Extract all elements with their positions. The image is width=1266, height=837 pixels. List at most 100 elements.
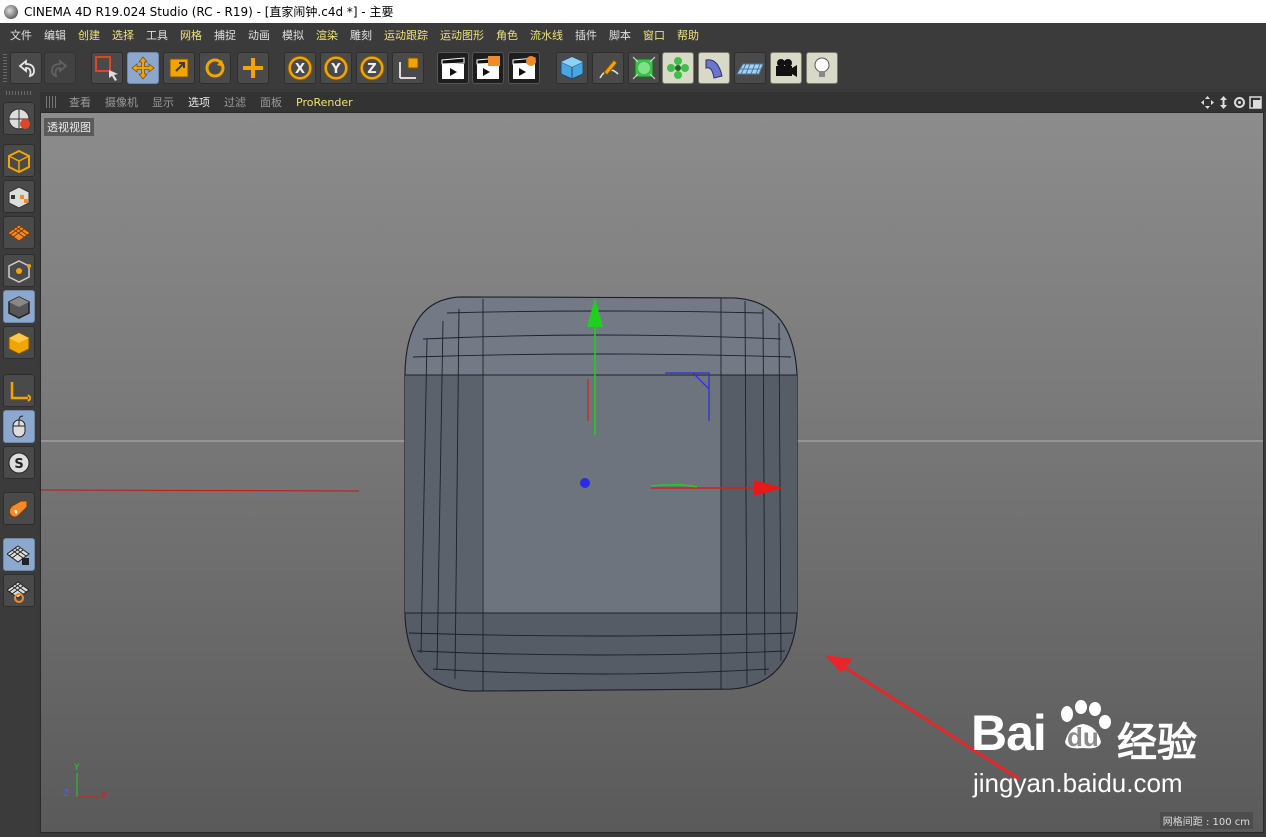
viewport-grip[interactable] — [46, 96, 58, 108]
menu-help[interactable]: 帮助 — [671, 27, 705, 43]
watermark-brand: Bai — [971, 705, 1047, 761]
points-mode-button[interactable] — [3, 254, 35, 287]
redo-button[interactable] — [44, 52, 76, 84]
rotate-view-icon[interactable] — [1233, 96, 1246, 109]
menu-simulate[interactable]: 模拟 — [276, 27, 310, 43]
polygons-mode-button[interactable] — [3, 326, 35, 359]
y-axis-lock-button[interactable]: Y — [320, 52, 352, 84]
bend-deformer-icon — [705, 59, 723, 79]
planar-workplane-button[interactable] — [3, 574, 35, 607]
deformer-button[interactable] — [698, 52, 730, 84]
plus-move-icon — [243, 58, 263, 78]
solo-s-icon: S — [8, 452, 30, 473]
cube-object-button[interactable] — [556, 52, 588, 84]
menu-animate[interactable]: 动画 — [242, 27, 276, 43]
gizmo-center[interactable] — [580, 478, 590, 488]
clapperboard-render-icon — [476, 56, 500, 79]
clapperboard-icon — [441, 57, 465, 79]
viewport-menu-options[interactable]: 选项 — [181, 94, 217, 110]
selection-icon — [95, 56, 118, 81]
z-axis-icon: Z — [359, 55, 385, 81]
spline-pen-button[interactable] — [592, 52, 624, 84]
menu-snap[interactable]: 捕捉 — [208, 27, 242, 43]
menu-window[interactable]: 窗口 — [637, 27, 671, 43]
viewport-menu-filter[interactable]: 过滤 — [217, 94, 253, 110]
recent-tool-button[interactable] — [237, 52, 269, 84]
menu-edit[interactable]: 编辑 — [38, 27, 72, 43]
pan-view-icon[interactable] — [1201, 95, 1214, 109]
menu-mesh[interactable]: 网格 — [174, 27, 208, 43]
menu-motion-tracker[interactable]: 运动跟踪 — [378, 27, 434, 43]
axis-indicator-x-label: X — [101, 791, 108, 801]
menu-render[interactable]: 渲染 — [310, 27, 344, 43]
render-to-picture-viewer-button[interactable] — [472, 52, 504, 84]
menu-script[interactable]: 脚本 — [603, 27, 637, 43]
scale-icon — [169, 58, 189, 78]
tweak-mode-button[interactable] — [3, 410, 35, 443]
globe-tool-icon — [8, 108, 30, 129]
camera-button[interactable] — [770, 52, 802, 84]
menu-mograph[interactable]: 运动图形 — [434, 27, 490, 43]
left-palette: S — [0, 89, 38, 837]
render-settings-button[interactable] — [508, 52, 540, 84]
maximize-view-icon[interactable] — [1249, 95, 1262, 109]
menu-character[interactable]: 角色 — [490, 27, 524, 43]
main-toolbar: X Y Z — [0, 46, 1266, 89]
x-axis-lock-button[interactable]: X — [284, 52, 316, 84]
solo-mode-button[interactable]: S — [3, 446, 35, 479]
rounded-cube-object[interactable] — [404, 296, 798, 692]
menu-create[interactable]: 创建 — [72, 27, 106, 43]
snap-button[interactable] — [3, 492, 35, 525]
scale-button[interactable] — [163, 52, 195, 84]
camera-icon — [776, 59, 797, 77]
texture-cube-icon — [8, 185, 30, 209]
z-axis-lock-button[interactable]: Z — [356, 52, 388, 84]
redo-icon — [51, 59, 68, 78]
viewport-menu-panel[interactable]: 面板 — [253, 94, 289, 110]
light-button[interactable] — [806, 52, 838, 84]
menu-tools[interactable]: 工具 — [140, 27, 174, 43]
clapperboard-settings-icon — [512, 56, 536, 79]
render-view-button[interactable] — [437, 52, 469, 84]
undo-button[interactable] — [10, 52, 42, 84]
toolbar-grip[interactable] — [3, 54, 7, 82]
model-mode-button[interactable] — [3, 144, 35, 177]
cloner-icon — [667, 57, 689, 79]
live-selection-button[interactable] — [91, 52, 123, 84]
menu-file[interactable]: 文件 — [4, 27, 38, 43]
floor-icon — [736, 63, 764, 75]
locked-grid-icon — [7, 544, 30, 565]
coordinate-system-button[interactable] — [392, 52, 424, 84]
viewport-menu-cameras[interactable]: 摄像机 — [98, 94, 145, 110]
palette-grip[interactable] — [6, 91, 32, 95]
move-icon — [131, 56, 155, 80]
rotate-button[interactable] — [199, 52, 231, 84]
viewport-menu-prorender[interactable]: ProRender — [289, 96, 360, 109]
subdivision-surface-button[interactable] — [628, 52, 660, 84]
axis-indicator-z-label: Z — [63, 789, 70, 799]
viewport-nav-icons — [1201, 95, 1266, 109]
perspective-viewport[interactable]: 透视视图 Y Z X Bai du 经验 jingyan.baidu.com 网… — [40, 112, 1264, 833]
grid-spacing-label: 网格间距 : 100 cm — [1159, 812, 1253, 829]
menu-sculpt[interactable]: 雕刻 — [344, 27, 378, 43]
menu-select[interactable]: 选择 — [106, 27, 140, 43]
cloner-button[interactable] — [662, 52, 694, 84]
subdivision-icon — [632, 56, 656, 80]
menu-pipeline[interactable]: 流水线 — [524, 27, 569, 43]
locked-workplane-button[interactable] — [3, 538, 35, 571]
zoom-view-icon[interactable] — [1217, 95, 1230, 109]
floor-button[interactable] — [734, 52, 766, 84]
move-button[interactable] — [127, 52, 159, 84]
workplane-grid-icon — [7, 223, 31, 242]
viewport-menu-view[interactable]: 查看 — [62, 94, 98, 110]
texture-mode-button[interactable] — [3, 180, 35, 213]
viewport-menu-display[interactable]: 显示 — [145, 94, 181, 110]
x-axis-icon: X — [287, 55, 313, 81]
axis-mode-button[interactable] — [3, 374, 35, 407]
model-cube-icon — [8, 149, 30, 173]
axis-icon — [10, 381, 31, 402]
make-editable-button[interactable] — [3, 102, 35, 135]
menu-plugins[interactable]: 插件 — [569, 27, 603, 43]
workplane-mode-button[interactable] — [3, 216, 35, 249]
edges-mode-button[interactable] — [3, 290, 35, 323]
